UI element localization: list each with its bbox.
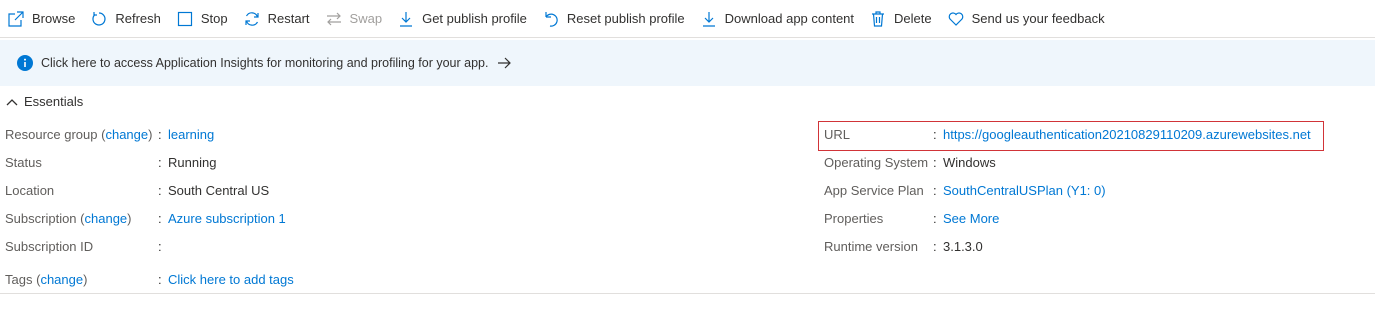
separator: : xyxy=(933,211,937,226)
restart-label: Restart xyxy=(267,11,310,26)
app-insights-banner[interactable]: Click here to access Application Insight… xyxy=(0,40,1375,86)
separator: : xyxy=(158,155,162,170)
tags-change-link[interactable]: change xyxy=(40,272,83,287)
tags-value[interactable]: Click here to add tags xyxy=(168,272,294,287)
status-value: Running xyxy=(168,155,217,170)
separator: : xyxy=(933,183,937,198)
download-icon xyxy=(400,11,413,27)
separator: : xyxy=(158,211,162,226)
subscription-change-link[interactable]: change xyxy=(85,211,128,226)
delete-button[interactable]: Delete xyxy=(862,0,932,38)
subscription-row: Subscription (change) xyxy=(5,211,132,226)
refresh-button[interactable]: Refresh xyxy=(83,0,161,38)
subscription-id-label: Subscription ID xyxy=(5,239,94,254)
runtime-value: 3.1.3.0 xyxy=(943,239,983,254)
status-label: Status xyxy=(5,155,42,170)
separator: : xyxy=(933,155,937,170)
download-icon xyxy=(702,11,715,27)
tags-row: Tags (change) xyxy=(5,272,88,287)
stop-button[interactable]: Stop xyxy=(169,0,228,38)
undo-icon xyxy=(545,11,558,27)
subscription-value[interactable]: Azure subscription 1 xyxy=(168,211,286,226)
resource-group-change-link[interactable]: change xyxy=(105,127,148,142)
properties-label: Properties xyxy=(824,211,884,226)
separator: : xyxy=(158,127,162,142)
stop-icon xyxy=(177,11,192,26)
command-bar: Browse Refresh Stop Restart Swap Get pub… xyxy=(0,0,1375,38)
restart-icon xyxy=(245,11,259,26)
heart-icon xyxy=(948,11,963,26)
restart-button[interactable]: Restart xyxy=(236,0,310,38)
plan-label: App Service Plan xyxy=(824,183,924,198)
refresh-icon xyxy=(92,11,106,26)
feedback-button[interactable]: Send us your feedback xyxy=(940,0,1105,38)
swap-icon xyxy=(326,12,341,25)
get-publish-profile-button[interactable]: Get publish profile xyxy=(390,0,527,38)
trash-icon xyxy=(872,10,885,27)
arrow-right-icon xyxy=(498,57,512,69)
os-value: Windows xyxy=(943,155,996,170)
feedback-label: Send us your feedback xyxy=(971,11,1105,26)
resource-group-value[interactable]: learning xyxy=(168,127,214,142)
separator: : xyxy=(933,239,937,254)
divider xyxy=(0,293,1375,294)
refresh-label: Refresh xyxy=(115,11,161,26)
swap-label: Swap xyxy=(349,11,383,26)
download-app-content-label: Download app content xyxy=(724,11,855,26)
properties-value[interactable]: See More xyxy=(943,211,999,226)
chevron-up-icon xyxy=(6,98,18,105)
separator: : xyxy=(158,183,162,198)
browse-button[interactable]: Browse xyxy=(0,0,75,38)
reset-publish-profile-button[interactable]: Reset publish profile xyxy=(535,0,685,38)
url-label: URL xyxy=(824,127,851,142)
get-publish-profile-label: Get publish profile xyxy=(422,11,527,26)
runtime-label: Runtime version xyxy=(824,239,918,254)
location-value: South Central US xyxy=(168,183,270,198)
essentials-title: Essentials xyxy=(24,94,84,109)
info-icon xyxy=(17,55,33,71)
reset-publish-profile-label: Reset publish profile xyxy=(566,11,685,26)
swap-button[interactable]: Swap xyxy=(318,0,383,38)
delete-label: Delete xyxy=(894,11,932,26)
banner-text[interactable]: Click here to access Application Insight… xyxy=(41,56,488,70)
os-label: Operating System xyxy=(824,155,929,170)
separator: : xyxy=(158,239,162,254)
tags-label: Tags xyxy=(5,272,33,287)
location-label: Location xyxy=(5,183,55,198)
browse-label: Browse xyxy=(32,11,76,26)
separator: : xyxy=(158,272,162,287)
open-external-icon xyxy=(8,10,24,27)
download-app-content-button[interactable]: Download app content xyxy=(693,0,854,38)
subscription-label: Subscription xyxy=(5,211,77,226)
essentials-toggle[interactable]: Essentials xyxy=(6,94,83,109)
stop-label: Stop xyxy=(200,11,228,26)
plan-value[interactable]: SouthCentralUSPlan (Y1: 0) xyxy=(943,183,1106,198)
resource-group-label: Resource group xyxy=(5,127,98,142)
separator: : xyxy=(933,127,937,142)
resource-group-row: Resource group (change) xyxy=(5,127,153,142)
url-value[interactable]: https://googleauthentication202108291102… xyxy=(943,127,1311,142)
